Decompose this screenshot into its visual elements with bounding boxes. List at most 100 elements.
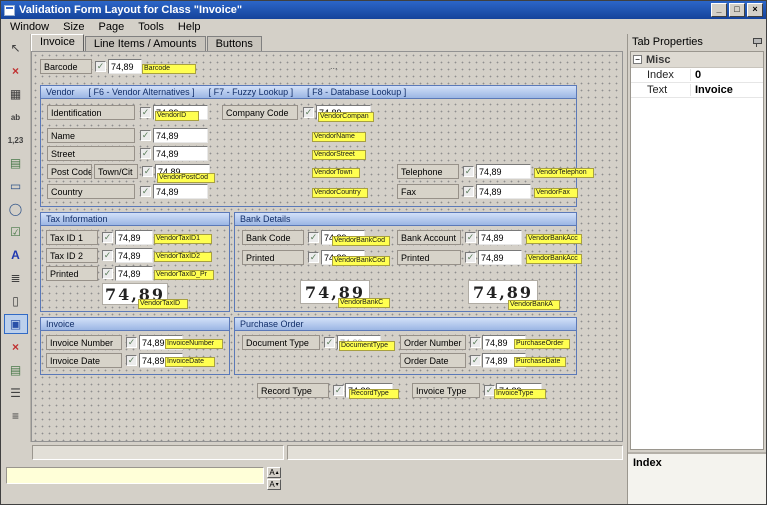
amount-tool-icon[interactable]: 1,23 — [4, 130, 28, 150]
stamp-tool-icon[interactable]: ▦ — [4, 84, 28, 104]
bank-code-printed-label[interactable]: Printed — [242, 250, 304, 265]
bank-group-header[interactable]: Bank Details — [235, 213, 576, 226]
font-decrease-button[interactable]: A ▾ — [267, 479, 281, 490]
fax-value[interactable]: 74,89 — [476, 184, 531, 199]
barcode-value[interactable]: 74,89 — [108, 59, 142, 74]
tax-printed-label[interactable]: Printed — [46, 266, 98, 281]
table-tool-icon[interactable]: ☰ — [4, 383, 28, 403]
property-row-index[interactable]: Index 0 — [631, 68, 763, 83]
telephone-checkbox[interactable]: ✓ — [463, 166, 474, 177]
bank-account-printed-label[interactable]: Printed — [397, 250, 461, 265]
post-code-field-tag[interactable]: VendorPostCod — [157, 173, 215, 183]
bank-account-value[interactable]: 74,89 — [478, 230, 522, 245]
tax-id-2-value[interactable]: 74,89 — [115, 248, 153, 263]
invoice-number-checkbox[interactable]: ✓ — [126, 337, 137, 348]
tax-id-1-field-tag[interactable]: VendorTaxID1 — [154, 234, 212, 244]
post-code-label[interactable]: Post Code — [47, 164, 92, 179]
order-date-checkbox[interactable]: ✓ — [470, 355, 481, 366]
invoice-group-header[interactable]: Invoice — [41, 318, 229, 331]
name-label[interactable]: Name — [47, 128, 135, 143]
fax-field-tag[interactable]: VendorFax — [534, 188, 578, 198]
company-code-checkbox[interactable]: ✓ — [303, 107, 314, 118]
bank-account-printed-checkbox[interactable]: ✓ — [465, 252, 476, 263]
purchase-group-header[interactable]: Purchase Order — [235, 318, 576, 331]
company-code-field-tag[interactable]: VendorCompan — [318, 112, 374, 122]
order-number-label[interactable]: Order Number — [400, 335, 466, 350]
order-date-label[interactable]: Order Date — [400, 353, 466, 368]
list-tool-icon[interactable]: ≣ — [4, 268, 28, 288]
identification-checkbox[interactable]: ✓ — [140, 107, 151, 118]
order-number-checkbox[interactable]: ✓ — [470, 337, 481, 348]
property-value-text[interactable]: Invoice — [691, 84, 763, 96]
invoice-date-label[interactable]: Invoice Date — [46, 353, 122, 368]
tax-printed-value[interactable]: 74,89 — [115, 266, 153, 281]
barcode-field-tag[interactable]: Barcode — [142, 64, 196, 74]
bank-account-label[interactable]: Bank Account — [397, 230, 461, 245]
property-row-text[interactable]: Text Invoice — [631, 83, 763, 98]
invoice-number-field-tag[interactable]: InvoiceNumber — [165, 339, 223, 349]
post-code-checkbox[interactable]: ✓ — [142, 166, 153, 177]
checkbox-tool-icon[interactable]: ☑ — [4, 222, 28, 242]
menu-page[interactable]: Page — [92, 20, 132, 34]
tax-id-1-checkbox[interactable]: ✓ — [102, 232, 113, 243]
document-tool-icon[interactable]: ▯ — [4, 291, 28, 311]
property-value-index[interactable]: 0 — [691, 69, 763, 81]
street-checkbox[interactable]: ✓ — [140, 148, 151, 159]
name-field-tag[interactable]: VendorName — [312, 132, 366, 142]
street-value[interactable]: 74,89 — [153, 146, 208, 161]
collapse-icon[interactable]: − — [633, 55, 642, 64]
identification-label[interactable]: Identification — [47, 105, 135, 120]
invoice-date-checkbox[interactable]: ✓ — [126, 355, 137, 366]
menu-help[interactable]: Help — [171, 20, 208, 34]
record-type-label[interactable]: Record Type — [257, 383, 329, 398]
font-tool-icon[interactable]: A — [4, 245, 28, 265]
barcode-label[interactable]: Barcode — [40, 59, 92, 74]
country-checkbox[interactable]: ✓ — [140, 186, 151, 197]
bank-account-field-tag[interactable]: VendorBankAcc — [526, 234, 582, 244]
order-number-field-tag[interactable]: PurchaseOrder — [514, 339, 570, 349]
record-type-field-tag[interactable]: RecordType — [349, 389, 399, 399]
bank-account-checkbox[interactable]: ✓ — [465, 232, 476, 243]
tax-id-2-label[interactable]: Tax ID 2 — [46, 248, 98, 263]
document-type-checkbox[interactable]: ✓ — [324, 337, 335, 348]
street-label[interactable]: Street — [47, 146, 135, 161]
document-type-label[interactable]: Document Type — [242, 335, 320, 350]
bank-account-printed-field-tag[interactable]: VendorBankAcc — [526, 254, 582, 264]
pin-icon[interactable] — [752, 37, 762, 48]
identification-field-tag[interactable]: VendorID — [155, 111, 199, 121]
bank-code-label[interactable]: Bank Code — [242, 230, 304, 245]
image-tool-icon[interactable]: ▤ — [4, 153, 28, 173]
bank-code-printed-checkbox[interactable]: ✓ — [308, 252, 319, 263]
remove-tool-icon[interactable]: × — [4, 337, 28, 357]
pointer-tool-icon[interactable]: ↖ — [4, 38, 28, 58]
property-category-misc[interactable]: − Misc — [631, 52, 763, 68]
tax-id-2-checkbox[interactable]: ✓ — [102, 250, 113, 261]
menu-size[interactable]: Size — [56, 20, 91, 34]
maximize-button[interactable]: □ — [729, 3, 745, 17]
telephone-label[interactable]: Telephone — [397, 164, 459, 179]
tax-id-1-value[interactable]: 74,89 — [115, 230, 153, 245]
bank-code-field-tag[interactable]: VendorBankCod — [332, 236, 390, 246]
bank-account-printed-value[interactable]: 74,89 — [478, 250, 522, 265]
design-canvas[interactable]: Vendor [ F6 - Vendor Alternatives ] [ F7… — [31, 51, 623, 442]
order-date-field-tag[interactable]: PurchaseDate — [514, 357, 566, 367]
tab-invoice[interactable]: Invoice — [31, 34, 84, 51]
ellipse-tool-icon[interactable]: ◯ — [4, 199, 28, 219]
record-type-checkbox[interactable]: ✓ — [333, 385, 344, 396]
bank-code-printed-field-tag[interactable]: VendorBankCod — [332, 256, 390, 266]
street-field-tag[interactable]: VendorStreet — [312, 150, 366, 160]
vendor-group-header[interactable]: Vendor [ F6 - Vendor Alternatives ] [ F7… — [41, 86, 576, 99]
town-city-label[interactable]: Town/Cit — [94, 164, 138, 179]
bank-code-checkbox[interactable]: ✓ — [308, 232, 319, 243]
tab-line-items[interactable]: Line Items / Amounts — [85, 36, 206, 51]
invoice-type-field-tag[interactable]: InvoiceType — [494, 389, 546, 399]
tax-printed-field-tag[interactable]: VendorTaxID_Pr — [154, 270, 214, 280]
close-button[interactable]: × — [747, 3, 763, 17]
menu-tools[interactable]: Tools — [131, 20, 171, 34]
minimize-button[interactable]: _ — [711, 3, 727, 17]
bank-account-snippet-field-tag[interactable]: VendorBankA — [508, 300, 560, 310]
company-code-label[interactable]: Company Code — [222, 105, 298, 120]
tab-buttons[interactable]: Buttons — [207, 36, 262, 51]
fax-label[interactable]: Fax — [397, 184, 459, 199]
tax-snippet-field-tag[interactable]: VendorTaxID — [138, 299, 188, 309]
